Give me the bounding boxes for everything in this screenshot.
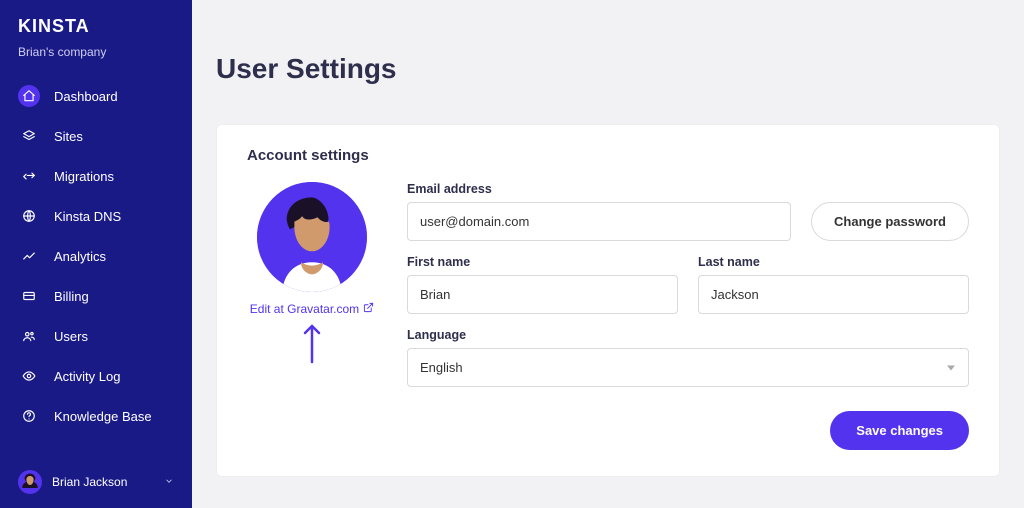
- gravatar-link-label: Edit at Gravatar.com: [250, 302, 359, 316]
- last-name-field[interactable]: [698, 275, 969, 314]
- email-label: Email address: [407, 182, 791, 196]
- globe-icon: [18, 205, 40, 227]
- change-password-button[interactable]: Change password: [811, 202, 969, 241]
- sidebar-profile[interactable]: Brian Jackson: [0, 456, 192, 508]
- sidebar-item-sites[interactable]: Sites: [0, 117, 192, 155]
- sidebar-item-migrations[interactable]: Migrations: [0, 157, 192, 195]
- language-select[interactable]: [407, 348, 969, 387]
- sidebar-item-activity-log[interactable]: Activity Log: [0, 357, 192, 395]
- sidebar-item-label: Kinsta DNS: [54, 209, 121, 224]
- chevron-down-icon: [164, 475, 174, 489]
- chart-icon: [18, 245, 40, 267]
- profile-name: Brian Jackson: [52, 475, 127, 489]
- sidebar-item-label: Billing: [54, 289, 89, 304]
- avatar-column: Edit at Gravatar.com: [247, 182, 377, 450]
- help-icon: [18, 405, 40, 427]
- sidebar: KINSTA Brian's company Dashboard Sites Mig…: [0, 0, 192, 508]
- sidebar-item-label: Migrations: [54, 169, 114, 184]
- sidebar-item-kinsta-dns[interactable]: Kinsta DNS: [0, 197, 192, 235]
- sidebar-item-label: Knowledge Base: [54, 409, 152, 424]
- last-name-label: Last name: [698, 255, 969, 269]
- main-content: User Settings Account settings Edit at G…: [192, 0, 1024, 508]
- eye-icon: [18, 365, 40, 387]
- migrate-icon: [18, 165, 40, 187]
- avatar-small: [18, 470, 42, 494]
- first-name-label: First name: [407, 255, 678, 269]
- company-name: Brian's company: [0, 45, 192, 77]
- external-link-icon: [363, 302, 374, 316]
- save-changes-button[interactable]: Save changes: [830, 411, 969, 450]
- sidebar-item-label: Analytics: [54, 249, 106, 264]
- sidebar-item-billing[interactable]: Billing: [0, 277, 192, 315]
- layers-icon: [18, 125, 40, 147]
- users-icon: [18, 325, 40, 347]
- sidebar-item-dashboard[interactable]: Dashboard: [0, 77, 192, 115]
- account-settings-card: Account settings Edit at Gravatar.com: [216, 124, 1000, 477]
- sidebar-item-label: Activity Log: [54, 369, 120, 384]
- sidebar-item-label: Sites: [54, 129, 83, 144]
- brand-logo: KINSTA: [0, 16, 192, 45]
- edit-gravatar-link[interactable]: Edit at Gravatar.com: [250, 302, 374, 316]
- section-heading: Account settings: [247, 147, 969, 164]
- page-title: User Settings: [192, 19, 1024, 105]
- sidebar-item-analytics[interactable]: Analytics: [0, 237, 192, 275]
- card-icon: [18, 285, 40, 307]
- email-field[interactable]: [407, 202, 791, 241]
- language-label: Language: [407, 328, 969, 342]
- sidebar-item-label: Dashboard: [54, 89, 118, 104]
- sidebar-nav: Dashboard Sites Migrations Kinsta DNS Analyt…: [0, 77, 192, 435]
- sidebar-item-label: Users: [54, 329, 88, 344]
- fields-column: Email address Change password First name…: [407, 182, 969, 450]
- home-icon: [18, 85, 40, 107]
- sidebar-item-knowledge-base[interactable]: Knowledge Base: [0, 397, 192, 435]
- arrow-up-icon: [302, 322, 322, 369]
- sidebar-item-users[interactable]: Users: [0, 317, 192, 355]
- first-name-field[interactable]: [407, 275, 678, 314]
- avatar: [257, 182, 367, 292]
